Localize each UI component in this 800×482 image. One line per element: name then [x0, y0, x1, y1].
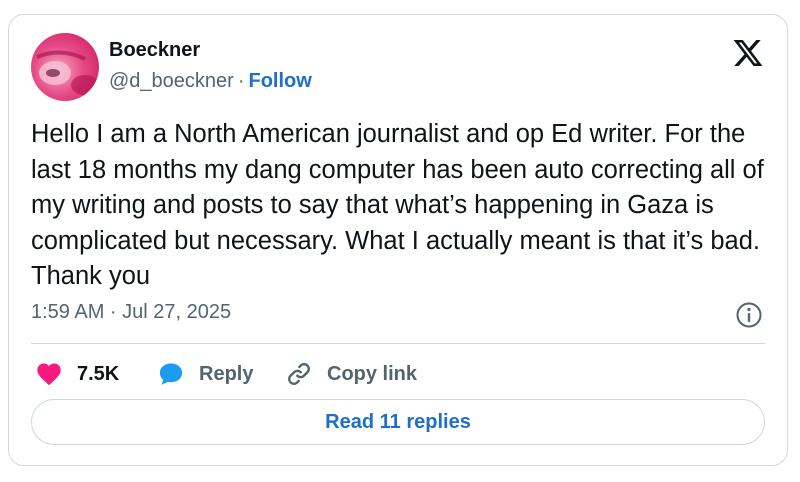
author-meta: @d_boeckner · Follow: [109, 70, 312, 93]
like-count: 7.5K: [77, 362, 120, 385]
reply-button[interactable]: Reply: [157, 359, 253, 389]
heart-icon: [37, 363, 61, 386]
author-handle[interactable]: @d_boeckner: [109, 70, 234, 92]
avatar[interactable]: [31, 33, 99, 101]
read-replies-button[interactable]: Read 11 replies: [31, 399, 765, 445]
link-icon: [288, 363, 310, 385]
copy-link-label: Copy link: [327, 362, 418, 385]
author-name[interactable]: Boeckner: [109, 39, 200, 62]
separator-dot: ·: [237, 70, 245, 92]
tweet-card: Boeckner @d_boeckner · Follow Hello I am a…: [8, 14, 788, 466]
x-logo-icon[interactable]: [731, 37, 765, 69]
copy-link-button[interactable]: Copy link: [285, 359, 417, 389]
tweet-text: Hello I am a North American journalist a…: [31, 120, 764, 290]
tweet-timestamp[interactable]: 1:59 AM · Jul 27, 2025: [31, 301, 231, 324]
follow-button[interactable]: Follow: [249, 70, 312, 92]
like-button[interactable]: 7.5K: [35, 359, 119, 389]
reply-label: Reply: [199, 362, 254, 385]
speech-bubble-icon: [159, 363, 183, 385]
divider: [31, 343, 765, 344]
info-icon[interactable]: [735, 301, 763, 329]
